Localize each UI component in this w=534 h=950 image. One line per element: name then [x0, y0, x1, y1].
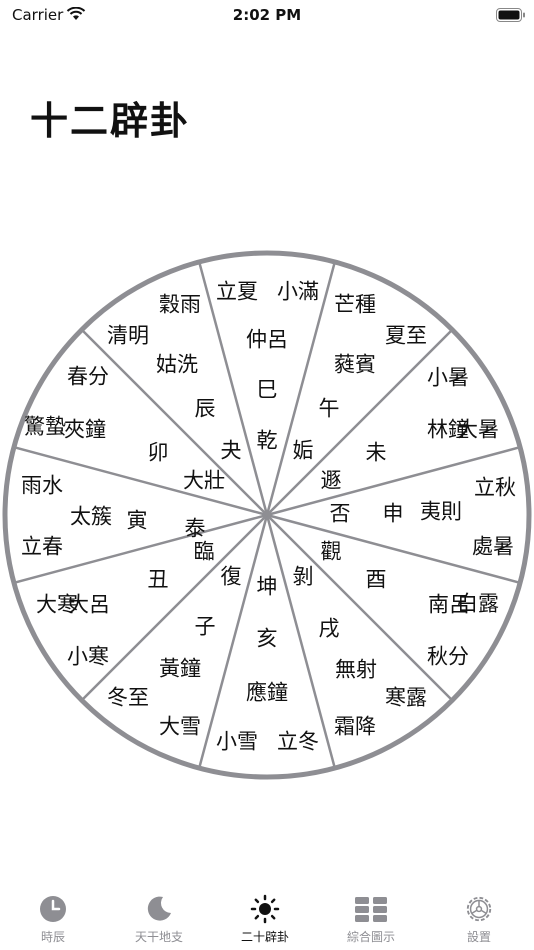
earthly-branch-label: 卯	[148, 441, 169, 465]
solar-term-label: 立冬	[277, 730, 319, 754]
status-bar: Carrier 2:02 PM	[0, 0, 534, 30]
solar-term-label: 冬至	[107, 686, 149, 710]
earthly-branch-label: 戌	[319, 617, 340, 641]
tab-shichen[interactable]: 時辰	[0, 888, 106, 950]
pitch-label: 夷則	[420, 500, 462, 524]
battery-icon	[496, 7, 526, 26]
solar-term-label: 立夏	[216, 280, 258, 304]
hexagram-label: 夬	[221, 439, 242, 463]
solar-term-label: 小雪	[216, 730, 258, 754]
earthly-branch-label: 寅	[127, 509, 148, 533]
tab-bar: 時辰 天干地支 二十辟卦 綜合圖示 設置	[0, 888, 534, 950]
earthly-branch-label: 辰	[195, 397, 216, 421]
clock-icon	[40, 896, 66, 922]
status-time: 2:02 PM	[232, 6, 302, 24]
tab-composite[interactable]: 綜合圖示	[318, 888, 424, 950]
earthly-branch-label: 亥	[257, 627, 278, 651]
sun-icon	[250, 894, 280, 924]
tab-label: 綜合圖示	[346, 930, 395, 944]
hexagram-label: 坤	[257, 575, 278, 599]
earthly-branch-label: 酉	[366, 568, 387, 592]
pitch-label: 姑洗	[156, 353, 198, 377]
earthly-branch-label: 未	[366, 441, 387, 465]
earthly-branch-label: 子	[195, 615, 216, 639]
tab-label: 二十辟卦	[240, 930, 289, 944]
tab-label: 時辰	[40, 930, 65, 944]
hexagram-label: 乾	[257, 429, 278, 453]
tab-label: 設置	[466, 930, 491, 944]
solar-term-label: 處暑	[472, 535, 514, 559]
pitch-label: 黃鐘	[159, 657, 201, 681]
earthly-branch-label: 午	[319, 397, 340, 421]
moon-icon	[147, 896, 171, 921]
hexagram-label: 臨	[194, 540, 215, 564]
pitch-label: 應鐘	[246, 681, 288, 705]
twelve-hexagram-wheel: 泰大壯夬乾姤遯否觀剝坤復臨寅卯辰巳午未申酉戌亥子丑太簇夾鐘姑洗仲呂蕤賓林鐘夷則南…	[2, 250, 532, 780]
gear-icon	[466, 896, 492, 922]
pitch-label: 夾鐘	[64, 418, 106, 442]
hexagram-label: 泰	[185, 517, 206, 541]
solar-term-label: 大雪	[159, 715, 201, 739]
tab-settings[interactable]: 設置	[424, 888, 534, 950]
pitch-label: 太簇	[70, 505, 112, 529]
hexagram-label: 剝	[293, 565, 314, 589]
hexagram-label: 否	[330, 502, 351, 526]
grid-icon	[355, 897, 387, 922]
hexagram-label: 復	[221, 565, 242, 589]
tab-ganzhi[interactable]: 天干地支	[106, 888, 212, 950]
solar-term-label: 白露	[457, 592, 499, 616]
solar-term-label: 寒露	[385, 686, 427, 710]
tab-label: 天干地支	[134, 930, 183, 944]
hexagram-label: 觀	[321, 540, 342, 564]
solar-term-label: 大暑	[457, 418, 499, 442]
hexagram-label: 遯	[321, 469, 342, 493]
solar-term-label: 大寒	[36, 593, 78, 617]
solar-term-label: 穀雨	[159, 293, 201, 317]
hexagram-label: 姤	[293, 439, 314, 463]
pitch-label: 仲呂	[246, 328, 288, 352]
tab-hexagrams[interactable]: 二十辟卦	[212, 888, 318, 950]
solar-term-label: 秋分	[427, 645, 469, 669]
solar-term-label: 雨水	[21, 474, 63, 498]
page-title: 十二辟卦	[30, 98, 191, 143]
pitch-label: 無射	[335, 658, 377, 682]
solar-term-label: 小寒	[67, 645, 109, 669]
solar-term-label: 芒種	[334, 293, 376, 317]
earthly-branch-label: 丑	[148, 568, 169, 592]
earthly-branch-label: 巳	[257, 378, 278, 402]
solar-term-label: 清明	[107, 324, 149, 348]
solar-term-label: 驚蟄	[24, 415, 66, 439]
solar-term-label: 立秋	[474, 476, 516, 500]
hexagram-label: 大壯	[183, 469, 225, 493]
solar-term-label: 霜降	[334, 715, 376, 739]
pitch-label: 蕤賓	[334, 353, 376, 377]
earthly-branch-label: 申	[383, 502, 404, 526]
solar-term-label: 小暑	[427, 366, 469, 390]
solar-term-label: 夏至	[385, 324, 427, 348]
solar-term-label: 春分	[67, 365, 109, 389]
solar-term-label: 立春	[21, 535, 63, 559]
solar-term-label: 小滿	[277, 280, 319, 304]
